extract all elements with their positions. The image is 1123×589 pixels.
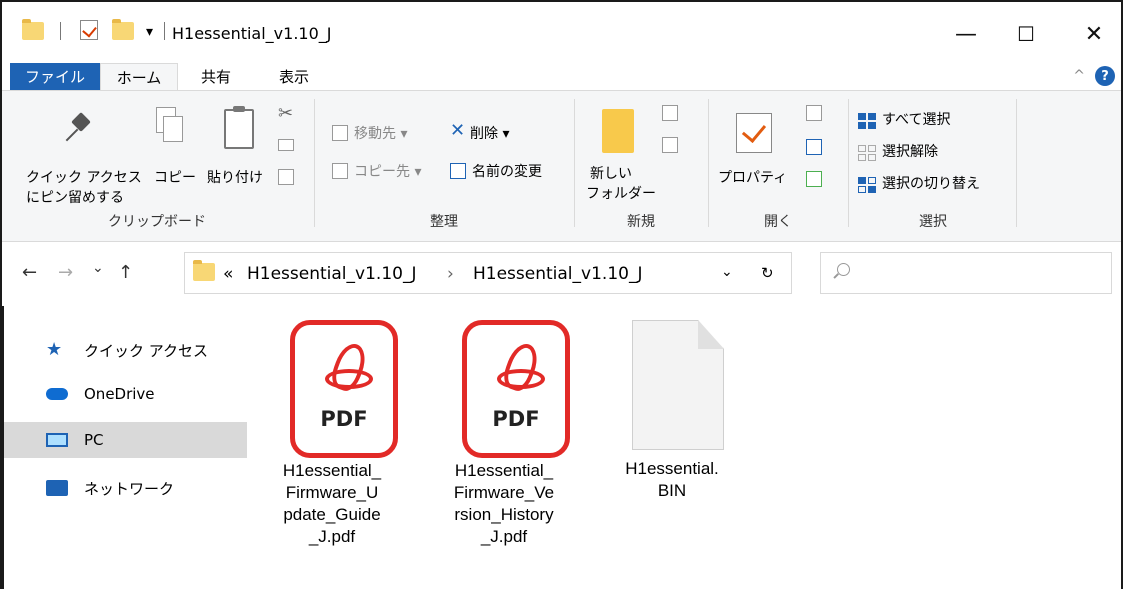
organize-group: 移動先 ▾ ✕ 削除 ▾ コピー先 ▾ 名前の変更 整理	[316, 95, 572, 237]
edit-icon[interactable]	[806, 139, 822, 155]
breadcrumb-1[interactable]: H1essential_v1.10_J	[247, 264, 416, 284]
tab-file[interactable]: ファイル	[10, 63, 100, 90]
ribbon-tabs: ファイル ホーム 共有 表示 ^ ?	[2, 60, 1121, 90]
address-dropdown[interactable]: ⌄	[721, 264, 733, 280]
breadcrumb-2[interactable]: H1essential_v1.10_J	[473, 264, 642, 284]
select-none-icon	[858, 145, 876, 161]
nav-item-network[interactable]: ネットワーク	[2, 470, 247, 506]
tab-home[interactable]: ホーム	[100, 63, 178, 90]
cloud-icon	[46, 388, 68, 400]
clipboard-group: クイック アクセス にピン留めする コピー 貼り付け ✂ クリップボード	[2, 95, 312, 237]
new-item-icon[interactable]	[662, 105, 678, 121]
properties-quick-icon[interactable]	[80, 20, 98, 40]
file-name: H1essential_ Firmware_U pdate_Guide _J.p…	[282, 461, 382, 546]
path-overflow[interactable]: «	[223, 264, 233, 284]
refresh-button[interactable]: ↻	[761, 264, 774, 282]
pdf-icon: PDF	[462, 320, 570, 458]
maximize-button[interactable]: ☐	[1006, 16, 1046, 52]
separator	[164, 22, 165, 40]
folder-icon	[193, 260, 215, 281]
cut-icon[interactable]: ✂	[278, 103, 293, 124]
properties-icon	[736, 113, 772, 153]
up-button[interactable]: ↑	[118, 262, 133, 283]
copy-label: コピー	[154, 170, 196, 186]
easy-access-icon[interactable]	[662, 137, 678, 153]
new-folder-label-2: フォルダー	[586, 186, 656, 202]
move-to-button[interactable]: 移動先 ▾	[354, 123, 407, 143]
pin-icon	[68, 113, 94, 143]
address-field[interactable]: « H1essential_v1.10_J › H1essential_v1.1…	[184, 252, 792, 294]
quick-access-dropdown[interactable]: ▾	[146, 24, 153, 40]
window-title: H1essential_v1.10_J	[172, 24, 332, 43]
ribbon: クイック アクセス にピン留めする コピー 貼り付け ✂ クリップボード 移動先…	[2, 90, 1121, 242]
address-bar-area: ← → ⌄ ↑ « H1essential_v1.10_J › H1essent…	[2, 242, 1121, 306]
tab-share[interactable]: 共有	[196, 63, 236, 90]
paste-shortcut-icon[interactable]	[278, 169, 294, 185]
title-bar: ▾ H1essential_v1.10_J — ☐ ✕	[2, 2, 1121, 60]
nav-item-pc[interactable]: PC	[2, 422, 247, 458]
breadcrumb-separator[interactable]: ›	[447, 264, 454, 284]
new-group-label: 新規	[627, 214, 655, 230]
separator	[60, 22, 61, 40]
open-group: プロパティ 開く	[710, 95, 846, 237]
nav-item-onedrive[interactable]: OneDrive	[2, 376, 247, 412]
close-button[interactable]: ✕	[1074, 16, 1114, 52]
tab-view[interactable]: 表示	[274, 63, 314, 90]
organize-group-label: 整理	[430, 214, 458, 230]
invert-selection-icon	[858, 177, 876, 193]
rename-icon	[450, 163, 466, 179]
copy-icon	[156, 107, 184, 145]
network-icon	[46, 480, 68, 496]
copy-to-icon	[332, 163, 348, 179]
nav-label: PC	[84, 431, 104, 449]
pin-label-1: クイック アクセス	[26, 170, 142, 186]
copy-path-icon[interactable]	[278, 139, 294, 151]
history-icon[interactable]	[806, 171, 822, 187]
collapse-ribbon-icon[interactable]: ^	[1073, 68, 1085, 84]
move-to-icon	[332, 125, 348, 141]
search-input[interactable]	[820, 252, 1112, 294]
recent-locations-button[interactable]: ⌄	[92, 260, 104, 276]
invert-selection-button[interactable]: 選択の切り替え	[882, 173, 980, 193]
nav-item-quick-access[interactable]: ★ クイック アクセス	[2, 332, 247, 368]
select-all-button[interactable]: すべて選択	[882, 109, 950, 129]
copy-to-button[interactable]: コピー先 ▾	[354, 161, 421, 181]
new-folder-label-1: 新しい	[590, 166, 632, 182]
forward-button[interactable]: →	[58, 262, 73, 283]
new-group: 新しい フォルダー 新規	[576, 95, 706, 237]
properties-label: プロパティ	[718, 170, 788, 186]
open-group-label: 開く	[764, 214, 792, 230]
nav-label: OneDrive	[84, 385, 155, 403]
nav-label: ネットワーク	[84, 479, 175, 498]
open-icon[interactable]	[806, 105, 822, 121]
file-name: H1essential_ Firmware_Ve rsion_History _…	[453, 461, 555, 546]
star-icon: ★	[46, 339, 63, 360]
search-icon	[837, 263, 850, 276]
paste-label: 貼り付け	[207, 170, 263, 186]
clipboard-group-label: クリップボード	[108, 214, 206, 230]
minimize-button[interactable]: —	[946, 16, 986, 52]
new-folder-quick-icon[interactable]	[112, 19, 134, 40]
select-group-label: 選択	[919, 214, 947, 230]
nav-label: クイック アクセス	[84, 341, 209, 360]
explorer-window: ▾ H1essential_v1.10_J — ☐ ✕ ファイル ホーム 共有 …	[0, 0, 1123, 589]
pin-label-2: にピン留めする	[26, 190, 124, 206]
back-button[interactable]: ←	[22, 262, 37, 283]
new-folder-icon	[602, 109, 634, 153]
monitor-icon	[46, 433, 68, 447]
select-group: すべて選択 選択解除 選択の切り替え 選択	[850, 95, 1016, 237]
select-all-icon	[858, 113, 876, 129]
paste-icon	[224, 106, 254, 149]
delete-icon: ✕	[450, 120, 466, 141]
file-name: H1essential. BIN	[625, 459, 719, 500]
navigation-pane: ★ クイック アクセス OneDrive PC ネットワーク	[2, 306, 247, 589]
folder-icon	[22, 19, 44, 40]
delete-button[interactable]: 削除 ▾	[470, 123, 509, 143]
help-icon[interactable]: ?	[1095, 66, 1115, 86]
pdf-icon: PDF	[290, 320, 398, 458]
select-none-button[interactable]: 選択解除	[882, 141, 938, 161]
rename-button[interactable]: 名前の変更	[472, 161, 542, 181]
